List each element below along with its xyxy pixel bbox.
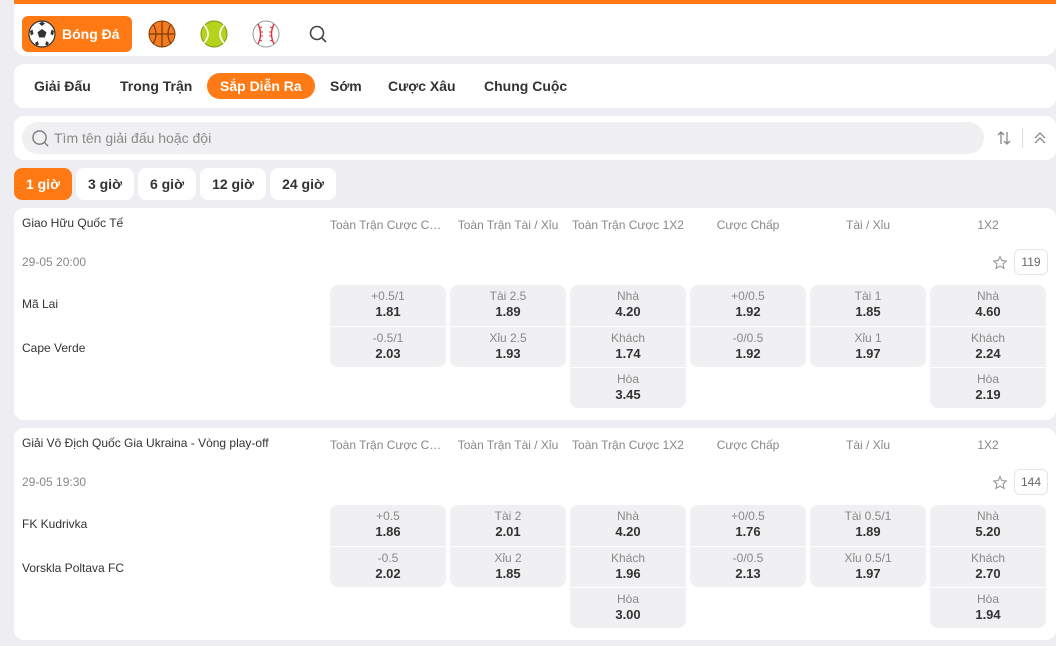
odds-cell[interactable]: -0.5 2.02 bbox=[330, 546, 446, 587]
odds-cell[interactable]: Xỉu 2 1.85 bbox=[450, 546, 566, 587]
soccer-ball-icon bbox=[28, 20, 56, 48]
odds-cell[interactable]: Nhà 5.20 bbox=[930, 505, 1046, 546]
odds-cell[interactable]: +0.5/1 1.81 bbox=[330, 285, 446, 326]
search-input[interactable] bbox=[54, 122, 954, 154]
match-datetime: 29-05 19:30 bbox=[22, 475, 87, 489]
time-filter-12h[interactable]: 12 giờ bbox=[200, 168, 266, 200]
odds-cell[interactable]: Xỉu 2.5 1.93 bbox=[450, 326, 566, 367]
match-datetime: 29-05 20:00 bbox=[22, 255, 87, 269]
odds-cell[interactable]: Hòa 3.00 bbox=[570, 587, 686, 628]
home-team: Mã Lai bbox=[22, 297, 59, 311]
odds-cell[interactable]: Tài 1 1.85 bbox=[810, 285, 926, 326]
odds-cell[interactable]: -0.5/1 2.03 bbox=[330, 326, 446, 367]
sport-active-label: Bóng Đá bbox=[62, 26, 120, 42]
column-header: Toàn Trận Cược Chấp bbox=[330, 218, 446, 232]
odds-cell[interactable]: Khách 2.70 bbox=[930, 546, 1046, 587]
search-box bbox=[22, 122, 984, 154]
more-markets-button[interactable]: 144 bbox=[1014, 469, 1048, 495]
sport-search-button[interactable] bbox=[300, 16, 336, 52]
odds-cell[interactable]: +0/0.5 1.76 bbox=[690, 505, 806, 546]
column-header: Toàn Trận Cược 1X2 bbox=[572, 438, 684, 452]
column-header: Toàn Trận Tài / Xỉu bbox=[457, 218, 559, 232]
collapse-all-icon[interactable] bbox=[1031, 129, 1049, 147]
sport-tennis-button[interactable] bbox=[196, 16, 232, 52]
tab-trong-tran[interactable]: Trong Trận bbox=[107, 73, 205, 99]
odds-cell[interactable]: -0/0.5 1.92 bbox=[690, 326, 806, 367]
league-card: Giải Vô Địch Quốc Gia Ukraina - Vòng pla… bbox=[14, 428, 1056, 640]
market-tabs: Giải Đấu Trong Trận Sắp Diễn Ra Sớm Cược… bbox=[14, 64, 1056, 108]
odds-cell[interactable]: Nhà 4.60 bbox=[930, 285, 1046, 326]
column-header: Cược Chấp bbox=[716, 438, 780, 452]
odds-cell[interactable]: Khách 2.24 bbox=[930, 326, 1046, 367]
favorite-star-icon[interactable] bbox=[992, 255, 1008, 271]
odds-cell[interactable]: Hòa 3.45 bbox=[570, 367, 686, 408]
time-filter-6h[interactable]: 6 giờ bbox=[138, 168, 196, 200]
odds-cell[interactable]: Nhà 4.20 bbox=[570, 505, 686, 546]
divider bbox=[1022, 128, 1023, 148]
odds-cell[interactable]: +0/0.5 1.92 bbox=[690, 285, 806, 326]
odds-cell[interactable]: Tài 0.5/1 1.89 bbox=[810, 505, 926, 546]
odds-cell[interactable]: Xỉu 1 1.97 bbox=[810, 326, 926, 367]
league-name[interactable]: Giải Vô Địch Quốc Gia Ukraina - Vòng pla… bbox=[22, 436, 269, 450]
odds-cell[interactable]: Hòa 1.94 bbox=[930, 587, 1046, 628]
column-header: Tài / Xỉu bbox=[845, 218, 890, 232]
tab-chung-cuoc[interactable]: Chung Cuộc bbox=[471, 73, 580, 99]
odds-cell[interactable]: -0/0.5 2.13 bbox=[690, 546, 806, 587]
sport-basketball-button[interactable] bbox=[144, 16, 180, 52]
tab-sap-dien-ra[interactable]: Sắp Diễn Ra bbox=[207, 73, 315, 99]
search-row bbox=[14, 116, 1056, 160]
league-card: Giao Hữu Quốc Tế Toàn Trận Cược Chấp Toà… bbox=[14, 208, 1056, 420]
column-header: Toàn Trận Cược Chấp bbox=[330, 438, 446, 452]
tab-giai-dau[interactable]: Giải Đấu bbox=[21, 73, 104, 99]
odds-cell[interactable]: Khách 1.96 bbox=[570, 546, 686, 587]
time-filter-1h[interactable]: 1 giờ bbox=[14, 168, 72, 200]
away-team: Cape Verde bbox=[22, 341, 86, 355]
column-header: Toàn Trận Tài / Xỉu bbox=[457, 438, 559, 452]
column-header: Tài / Xỉu bbox=[845, 438, 890, 452]
favorite-star-icon[interactable] bbox=[992, 475, 1008, 491]
search-icon bbox=[309, 25, 327, 43]
home-team: FK Kudrivka bbox=[22, 517, 88, 531]
odds-cell[interactable]: Khách 1.74 bbox=[570, 326, 686, 367]
odds-cell[interactable]: +0.5 1.86 bbox=[330, 505, 446, 546]
column-header: Toàn Trận Cược 1X2 bbox=[572, 218, 684, 232]
odds-cell[interactable]: Nhà 4.20 bbox=[570, 285, 686, 326]
time-filter-3h[interactable]: 3 giờ bbox=[76, 168, 134, 200]
odds-cell[interactable]: Tài 2.5 1.89 bbox=[450, 285, 566, 326]
tennis-ball-icon bbox=[200, 20, 228, 48]
tab-cuoc-xau[interactable]: Cược Xâu bbox=[375, 73, 469, 99]
column-header: 1X2 bbox=[977, 218, 999, 232]
time-filter-24h[interactable]: 24 giờ bbox=[270, 168, 336, 200]
sports-bar: Bóng Đá bbox=[14, 0, 1056, 56]
sort-icon[interactable] bbox=[995, 129, 1013, 147]
column-header: Cược Chấp bbox=[716, 218, 780, 232]
baseball-icon bbox=[252, 20, 280, 48]
more-markets-button[interactable]: 119 bbox=[1014, 249, 1048, 275]
odds-cell[interactable]: Hòa 2.19 bbox=[930, 367, 1046, 408]
tab-som[interactable]: Sớm bbox=[317, 73, 375, 99]
away-team: Vorskla Poltava FC bbox=[22, 561, 125, 575]
basketball-icon bbox=[148, 20, 176, 48]
odds-cell[interactable]: Xỉu 0.5/1 1.97 bbox=[810, 546, 926, 587]
sport-soccer-button[interactable]: Bóng Đá bbox=[22, 16, 132, 52]
column-header: 1X2 bbox=[977, 438, 999, 452]
odds-cell[interactable]: Tài 2 2.01 bbox=[450, 505, 566, 546]
sport-baseball-button[interactable] bbox=[248, 16, 284, 52]
search-icon bbox=[32, 130, 49, 147]
league-name[interactable]: Giao Hữu Quốc Tế bbox=[22, 216, 123, 230]
